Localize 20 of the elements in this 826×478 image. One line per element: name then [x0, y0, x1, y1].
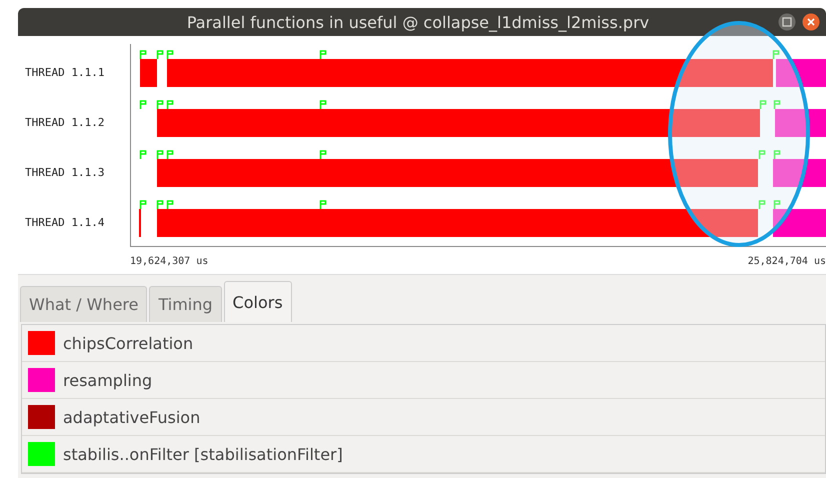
legend-row[interactable]: stabilis..onFilter [stabilisationFilter] — [22, 436, 825, 473]
legend-label: chipsCorrelation — [63, 334, 194, 352]
window-title: Parallel functions in useful @ collapse_l1dmiss_l2miss.prv — [186, 12, 650, 32]
legend-label: adaptativeFusion — [63, 408, 200, 426]
axis-start-label: 19,624,307 us — [130, 256, 208, 266]
legend-row[interactable]: resampling — [22, 362, 825, 399]
tab[interactable]: What / Where — [20, 286, 148, 322]
close-icon[interactable] — [802, 13, 820, 31]
thread-label: THREAD 1.1.3 — [24, 165, 106, 181]
thread-label: THREAD 1.1.2 — [24, 115, 106, 131]
tab[interactable]: Timing — [149, 286, 222, 322]
legend-label: stabilis..onFilter [stabilisationFilter] — [63, 444, 343, 464]
thread-label: THREAD 1.1.4 — [24, 215, 106, 231]
legend-label: resampling — [63, 370, 152, 390]
tab[interactable]: Colors — [224, 281, 292, 322]
axis-end-label: 25,824,704 us — [748, 256, 826, 266]
maximize-icon[interactable] — [778, 13, 796, 31]
thread-label: THREAD 1.1.1 — [24, 65, 106, 81]
legend-row[interactable]: adaptativeFusion — [22, 399, 825, 436]
legend-row[interactable]: chipsCorrelation — [22, 325, 825, 362]
